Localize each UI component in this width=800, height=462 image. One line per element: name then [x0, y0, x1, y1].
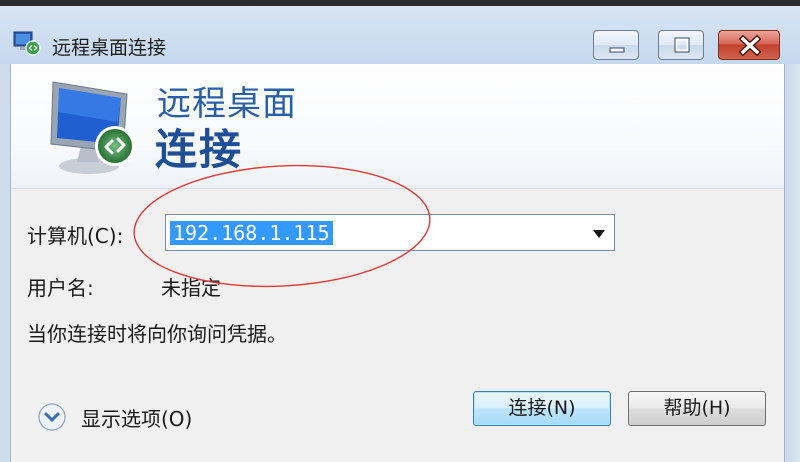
window-border-right[interactable] [784, 64, 800, 462]
username-label: 用户名: [27, 276, 94, 300]
connect-button[interactable]: 连接(N) [473, 391, 611, 426]
help-button[interactable]: 帮助(H) [628, 391, 766, 426]
computer-combobox[interactable]: 192.168.1.115 [165, 214, 615, 251]
monitor-connection-icon [50, 81, 135, 174]
minimize-button[interactable] [593, 30, 639, 60]
remote-desktop-icon [13, 31, 41, 56]
title-bar[interactable]: 远程桌面连接 [0, 6, 800, 64]
computer-input[interactable]: 192.168.1.115 [170, 221, 333, 245]
expand-chevron-icon[interactable] [37, 402, 67, 432]
dialog-client: 远程桌面 连接 计算机(C): 192.168.1.115 用户名: 未指定 当… [10, 64, 785, 462]
credentials-info-text: 当你连接时将向你询问凭据。 [27, 322, 287, 346]
close-icon [738, 34, 762, 57]
dropdown-arrow-icon[interactable] [592, 229, 606, 239]
show-options-label[interactable]: 显示选项(O) [81, 403, 192, 432]
close-button[interactable] [718, 30, 780, 60]
maximize-button[interactable] [658, 30, 704, 60]
maximize-icon [674, 37, 690, 53]
minimize-icon [609, 47, 625, 53]
computer-label: 计算机(C): [27, 224, 124, 248]
header-title-line2: 连接 [155, 125, 244, 174]
window-title: 远程桌面连接 [52, 37, 167, 59]
dialog-header: 远程桌面 连接 [11, 64, 784, 189]
username-value: 未指定 [161, 276, 221, 300]
